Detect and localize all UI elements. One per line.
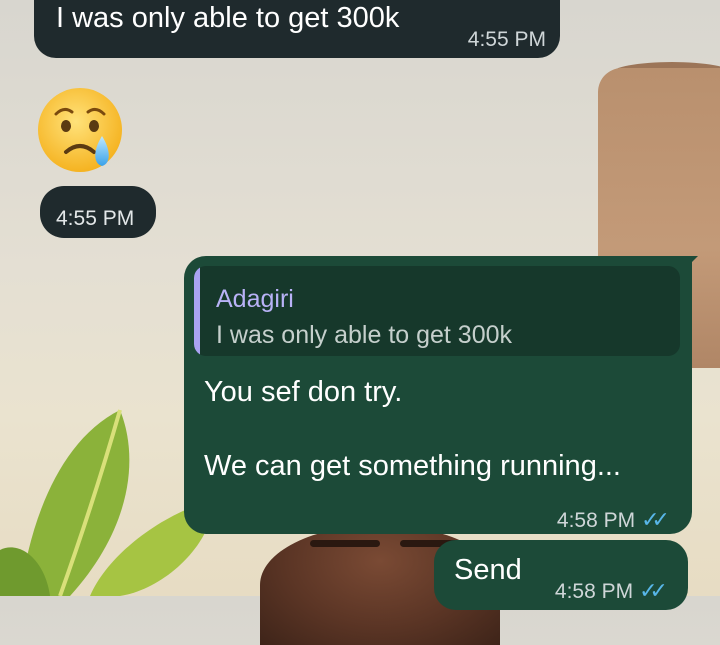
quoted-author: Adagiri xyxy=(216,285,294,313)
message-time: 4:58 PM xyxy=(556,509,636,532)
outgoing-reply-bubble[interactable]: Adagiri I was only able to get 300k You … xyxy=(184,256,692,534)
message-text: Send xyxy=(454,554,522,586)
incoming-time-bubble[interactable]: 4:55 PM xyxy=(40,186,156,238)
wallpaper-eyebrow xyxy=(310,540,380,547)
message-time: 4:58 PM xyxy=(554,580,634,603)
message-meta: 4:58 PM ✓✓ xyxy=(556,500,670,539)
quote-bar xyxy=(194,266,200,356)
message-text: I was only able to get 300k xyxy=(56,2,400,34)
double-check-read-icon: ✓✓ xyxy=(639,578,668,603)
message-text-line: We can get something running... xyxy=(204,450,621,482)
message-time: 4:55 PM xyxy=(56,207,135,230)
double-check-read-icon: ✓✓ xyxy=(641,507,670,532)
quoted-text: I was only able to get 300k xyxy=(216,321,513,349)
message-text-line: You sef don try. xyxy=(204,376,403,408)
crying-face-emoji-icon[interactable] xyxy=(36,86,124,174)
outgoing-message-bubble[interactable]: Send 4:58 PM ✓✓ xyxy=(434,540,688,610)
incoming-message-bubble[interactable]: I was only able to get 300k 4:55 PM xyxy=(34,0,560,58)
message-meta: 4:58 PM ✓✓ xyxy=(554,571,668,610)
message-time: 4:55 PM xyxy=(467,28,546,51)
quoted-message[interactable]: Adagiri I was only able to get 300k xyxy=(194,266,680,356)
